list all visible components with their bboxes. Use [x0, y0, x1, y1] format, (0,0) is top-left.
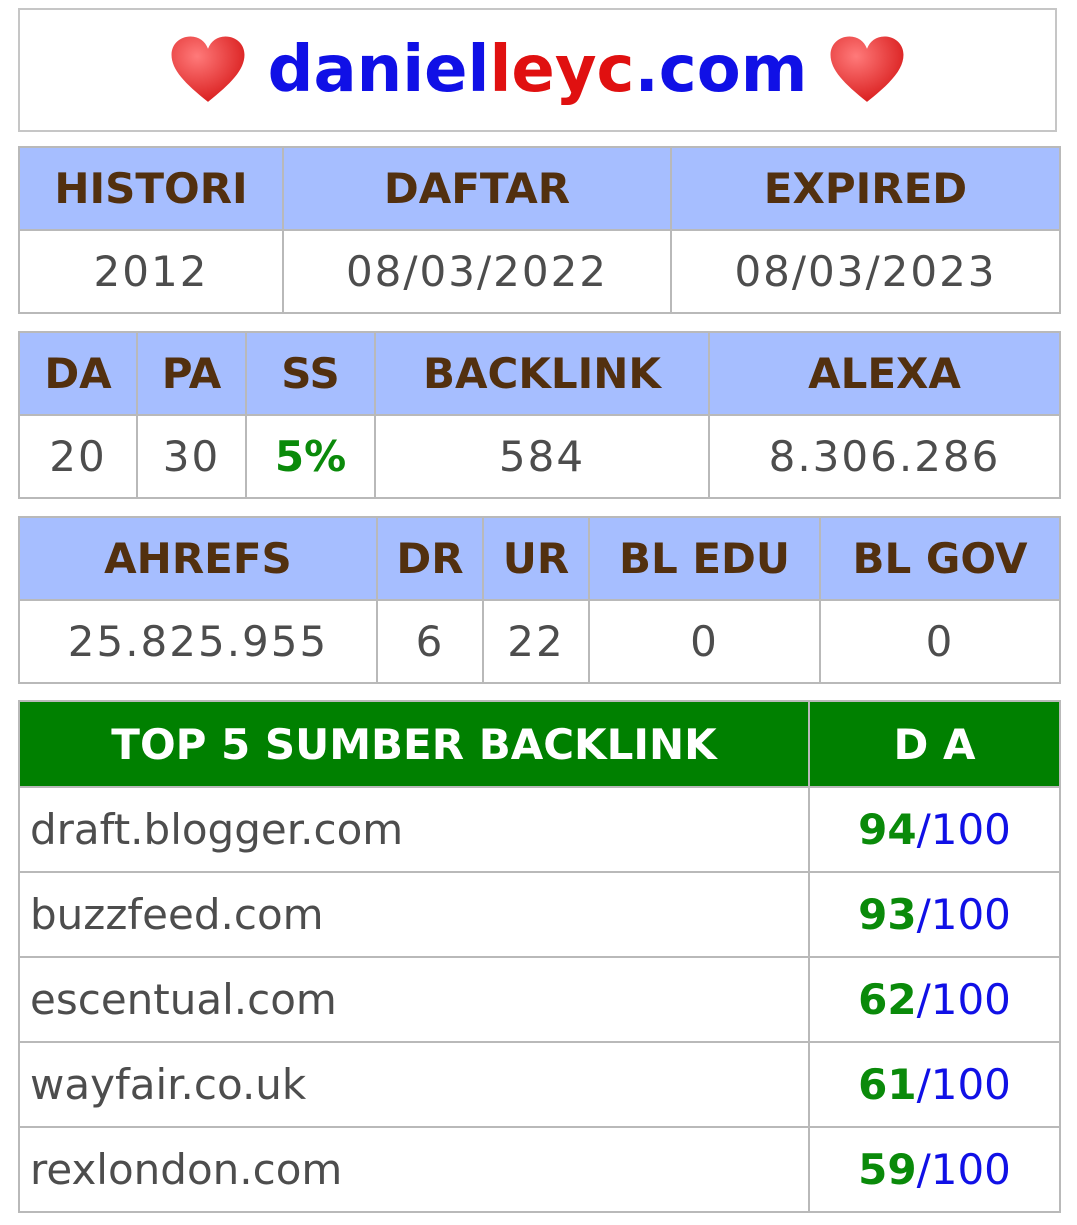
header-histori: HISTORI — [18, 146, 284, 231]
value-bl-gov: 0 — [819, 599, 1061, 684]
da-max: 100 — [930, 805, 1011, 854]
backlink-da: 93/100 — [808, 871, 1061, 958]
da-separator: / — [916, 1060, 931, 1109]
table-row: rexlondon.com 59/100 — [18, 1126, 1061, 1213]
header-ur: UR — [482, 516, 590, 601]
backlink-da: 61/100 — [808, 1041, 1061, 1128]
value-backlink: 584 — [374, 414, 710, 499]
da-score: 62 — [858, 975, 917, 1024]
da-max: 100 — [930, 1060, 1011, 1109]
moz-metrics-header-row: DA PA SS BACKLINK ALEXA — [18, 331, 1061, 416]
ahrefs-metrics-table: AHREFS DR UR BL EDU BL GOV 25.825.955 6 … — [18, 516, 1061, 684]
value-ur: 22 — [482, 599, 590, 684]
site-name-part-1: daniel — [267, 33, 490, 107]
header-bl-gov: BL GOV — [819, 516, 1061, 601]
da-score: 94 — [858, 805, 917, 854]
header-ss: SS — [245, 331, 376, 416]
table-row: escentual.com 62/100 — [18, 956, 1061, 1043]
ahrefs-metrics-header-row: AHREFS DR UR BL EDU BL GOV — [18, 516, 1061, 601]
value-daftar: 08/03/2022 — [282, 229, 672, 314]
backlink-da: 62/100 — [808, 956, 1061, 1043]
backlink-source: buzzfeed.com — [18, 871, 810, 958]
header-backlink: BACKLINK — [374, 331, 710, 416]
heart-icon — [830, 36, 904, 102]
backlink-source: rexlondon.com — [18, 1126, 810, 1213]
backlink-da: 59/100 — [808, 1126, 1061, 1213]
backlink-source: escentual.com — [18, 956, 810, 1043]
header-top-sources: TOP 5 SUMBER BACKLINK — [18, 700, 810, 788]
value-da: 20 — [18, 414, 138, 499]
da-score: 61 — [858, 1060, 917, 1109]
site-title-banner: danielleyc.com — [18, 8, 1057, 132]
da-separator: / — [916, 805, 931, 854]
value-pa: 30 — [136, 414, 247, 499]
header-bl-edu: BL EDU — [588, 516, 821, 601]
header-alexa: ALEXA — [708, 331, 1061, 416]
table-row: draft.blogger.com 94/100 — [18, 786, 1061, 873]
ahrefs-metrics-value-row: 25.825.955 6 22 0 0 — [18, 599, 1061, 684]
da-score: 93 — [858, 890, 917, 939]
backlink-source: wayfair.co.uk — [18, 1041, 810, 1128]
header-da-score: D A — [808, 700, 1061, 788]
backlink-source: draft.blogger.com — [18, 786, 810, 873]
da-separator: / — [916, 890, 931, 939]
site-name-part-3: .com — [634, 33, 808, 107]
domain-info-table: HISTORI DAFTAR EXPIRED 2012 08/03/2022 0… — [18, 146, 1061, 314]
value-histori: 2012 — [18, 229, 284, 314]
top-backlinks-table: TOP 5 SUMBER BACKLINK D A draft.blogger.… — [18, 700, 1061, 1213]
value-ahrefs: 25.825.955 — [18, 599, 378, 684]
da-separator: / — [916, 1145, 931, 1194]
header-dr: DR — [376, 516, 484, 601]
header-expired: EXPIRED — [670, 146, 1061, 231]
value-dr: 6 — [376, 599, 484, 684]
domain-info-header-row: HISTORI DAFTAR EXPIRED — [18, 146, 1061, 231]
moz-metrics-value-row: 20 30 5% 584 8.306.286 — [18, 414, 1061, 499]
da-separator: / — [916, 975, 931, 1024]
site-name: danielleyc.com — [268, 38, 808, 102]
header-da: DA — [18, 331, 138, 416]
table-row: wayfair.co.uk 61/100 — [18, 1041, 1061, 1128]
header-daftar: DAFTAR — [282, 146, 672, 231]
value-expired: 08/03/2023 — [670, 229, 1061, 314]
da-max: 100 — [930, 890, 1011, 939]
site-name-part-2: leyc — [489, 33, 635, 107]
header-ahrefs: AHREFS — [18, 516, 378, 601]
backlink-da: 94/100 — [808, 786, 1061, 873]
heart-icon — [171, 36, 245, 102]
moz-metrics-table: DA PA SS BACKLINK ALEXA 20 30 5% 584 8.3… — [18, 331, 1061, 499]
domain-info-value-row: 2012 08/03/2022 08/03/2023 — [18, 229, 1061, 314]
top-backlinks-header-row: TOP 5 SUMBER BACKLINK D A — [18, 700, 1061, 788]
value-ss: 5% — [245, 414, 376, 499]
value-bl-edu: 0 — [588, 599, 821, 684]
table-row: buzzfeed.com 93/100 — [18, 871, 1061, 958]
da-max: 100 — [930, 975, 1011, 1024]
header-pa: PA — [136, 331, 247, 416]
da-score: 59 — [858, 1145, 917, 1194]
da-max: 100 — [930, 1145, 1011, 1194]
value-alexa: 8.306.286 — [708, 414, 1061, 499]
